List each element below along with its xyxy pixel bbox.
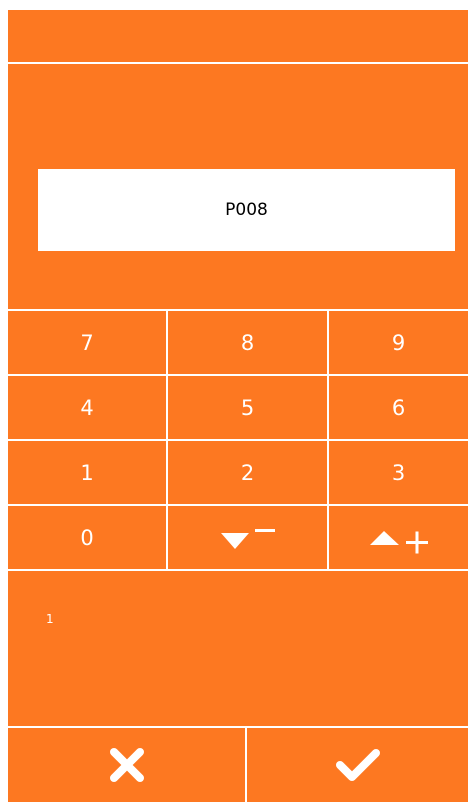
key-7[interactable]: 7 bbox=[8, 311, 166, 374]
key-4[interactable]: 4 bbox=[8, 376, 166, 439]
app-screen: P008 7 8 9 4 5 6 1 2 3 0 1 bbox=[8, 10, 468, 802]
info-text: 1 bbox=[46, 612, 54, 626]
key-5[interactable]: 5 bbox=[168, 376, 327, 439]
header-divider bbox=[8, 62, 468, 64]
display-value: P008 bbox=[225, 200, 268, 220]
checkmark-icon bbox=[335, 749, 380, 781]
key-8[interactable]: 8 bbox=[168, 311, 327, 374]
action-bar bbox=[8, 726, 468, 802]
cancel-button[interactable] bbox=[8, 728, 245, 802]
value-display: P008 bbox=[38, 169, 455, 251]
down-triangle-minus-icon bbox=[220, 528, 275, 549]
key-1[interactable]: 1 bbox=[8, 441, 166, 504]
increment-button[interactable] bbox=[329, 506, 468, 569]
key-2[interactable]: 2 bbox=[168, 441, 327, 504]
key-3[interactable]: 3 bbox=[329, 441, 468, 504]
confirm-button[interactable] bbox=[247, 728, 468, 802]
x-icon bbox=[109, 748, 144, 782]
up-triangle-plus-icon bbox=[369, 530, 428, 553]
key-9[interactable]: 9 bbox=[329, 311, 468, 374]
numeric-keypad: 7 8 9 4 5 6 1 2 3 0 bbox=[8, 309, 468, 571]
key-0[interactable]: 0 bbox=[8, 506, 166, 569]
key-6[interactable]: 6 bbox=[329, 376, 468, 439]
decrement-button[interactable] bbox=[168, 506, 327, 569]
